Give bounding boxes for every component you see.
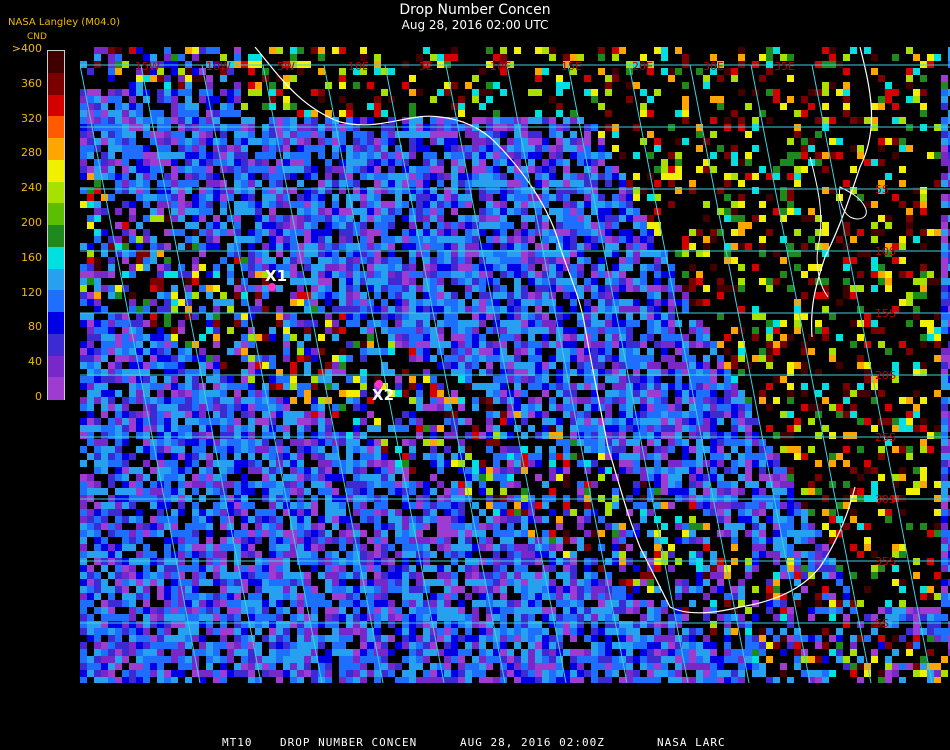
image-datetime: Aug 28, 2016 02:00 UTC <box>401 18 549 32</box>
footer-product: MT10 <box>222 736 253 749</box>
image-title: Drop Number Concen <box>399 2 551 18</box>
colorbar-tick-label: 0 <box>35 390 42 403</box>
colorbar-tick-label: 360 <box>21 76 42 90</box>
latitude-label: 5S <box>875 617 889 630</box>
longitude-label: 15E <box>561 60 582 73</box>
longitude-label: 35E <box>774 60 795 73</box>
colorbar-segment <box>48 268 64 291</box>
colorbar-tick-label: >400 <box>11 42 42 55</box>
colorbar-tick-label: 240 <box>21 181 42 195</box>
colorbar-tick-label: 80 <box>28 320 42 334</box>
footer-time: AUG 28, 2016 02:00Z <box>460 736 605 749</box>
colorbar-tick-label: 120 <box>21 285 42 299</box>
latitude-label: 20S <box>875 369 896 382</box>
satellite-map: 15W 10W 5W 10E 5E 10E 15E 20E 30E 35E 5S 10S 15S 20S 2… <box>80 47 950 683</box>
longitude-label: 10E <box>490 60 511 73</box>
latitude-label: 5S <box>875 183 889 196</box>
colorbar-segment <box>48 138 64 161</box>
longitude-label: 10E <box>348 60 369 73</box>
colorbar-segment <box>48 312 64 335</box>
colorbar-segment <box>48 116 64 139</box>
marker-label: X1 <box>265 267 287 285</box>
colorbar-tick-label: 280 <box>21 146 42 160</box>
latitude-label: 15S <box>875 307 896 320</box>
colorbar-segment <box>48 333 64 356</box>
colorbar-segment <box>48 225 64 248</box>
longitude-label: 5E <box>419 60 433 73</box>
colorbar-tick-label: 40 <box>28 355 42 369</box>
longitude-label: 10W <box>206 60 231 73</box>
footer-field: DROP NUMBER CONCEN <box>280 736 418 749</box>
colorbar-segment <box>48 290 64 313</box>
marker-label: X2 <box>372 386 394 404</box>
latitude-label: 10S <box>875 245 896 258</box>
colorbar-segment <box>48 246 64 269</box>
colorbar-segment <box>48 94 64 117</box>
latitude-label: 35S <box>875 555 896 568</box>
longitude-label: 30E <box>703 60 724 73</box>
longitude-label: 5W <box>277 60 295 73</box>
footer-agency: NASA LARC <box>657 736 726 749</box>
longitude-label: 15W <box>135 60 160 73</box>
colorbar-tick-label: 160 <box>21 250 42 264</box>
colorbar-segment <box>48 203 64 226</box>
latitude-label: 30S <box>875 493 896 506</box>
longitude-label: 20E <box>632 60 653 73</box>
colorbar-tick-label: 320 <box>21 111 42 125</box>
colorbar-unit: CND <box>27 32 47 42</box>
footer-bar: MT10 DROP NUMBER CONCEN AUG 28, 2016 02:… <box>0 736 950 750</box>
colorbar-segment <box>48 181 64 204</box>
colorbar-segment <box>48 355 64 378</box>
colorbar <box>47 50 65 400</box>
colorbar-segment <box>48 159 64 182</box>
source-label: NASA Langley (M04.0) <box>8 17 120 28</box>
colorbar-tick-label: 200 <box>21 216 42 229</box>
latitude-label: 25S <box>875 431 896 444</box>
colorbar-segment <box>48 72 64 95</box>
colorbar-segment <box>48 51 64 74</box>
colorbar-segment <box>48 377 64 400</box>
